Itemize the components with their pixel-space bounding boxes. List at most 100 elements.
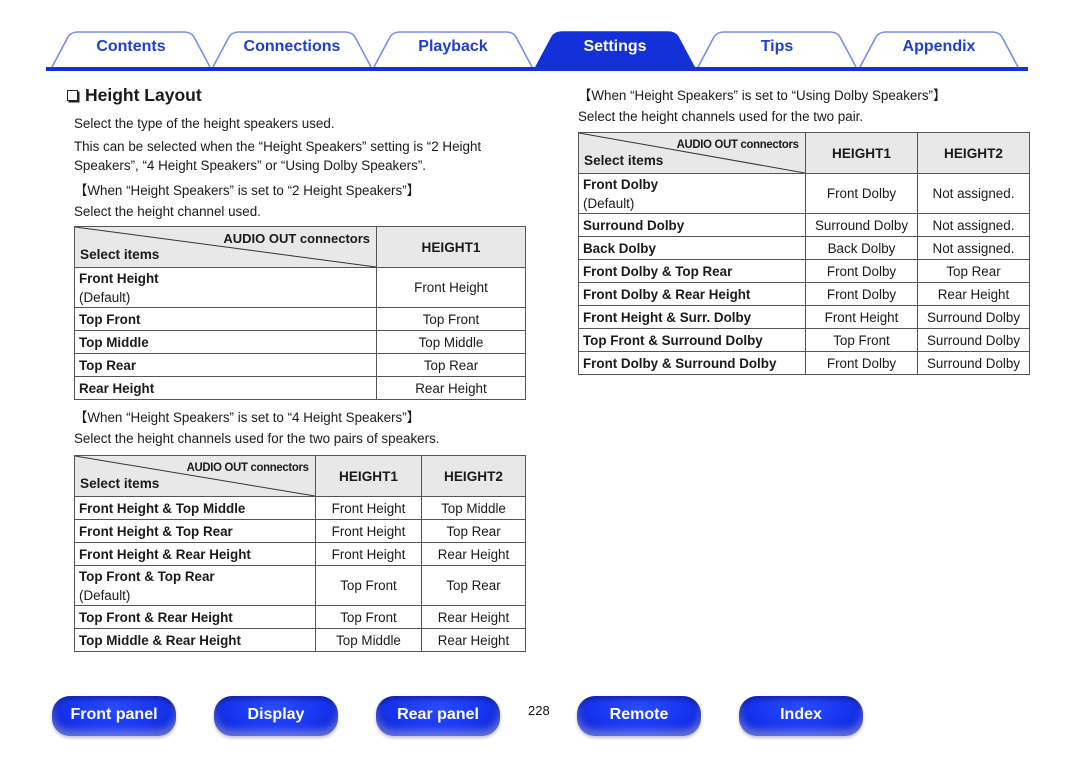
row-item: Front Height & Top Middle	[74, 496, 316, 520]
header-height1: HEIGHT1	[805, 132, 918, 174]
row-value: Rear Height	[421, 542, 526, 566]
table-row: Front Dolby & Top Rear Front Dolby Top R…	[578, 259, 1030, 283]
row-value: Surround Dolby	[805, 213, 918, 237]
row-item: Rear Height	[74, 376, 377, 400]
row-value: Front Dolby	[805, 351, 918, 375]
row-default-note: (Default)	[79, 289, 131, 305]
intro-text: Select the type of the height speakers u…	[74, 116, 335, 131]
condition-text: 【When “Height Speakers” is set to “2 Hei…	[74, 183, 421, 198]
tab-label: Contents	[96, 38, 166, 55]
row-item: Top Front	[74, 307, 377, 331]
row-item: Front Height & Rear Height	[74, 542, 316, 566]
two-height-table: AUDIO OUT connectors Select items HEIGHT…	[74, 226, 526, 400]
row-value: Surround Dolby	[917, 305, 1030, 329]
row-value: Top Middle	[421, 496, 526, 520]
row-value: Not assigned.	[917, 173, 1030, 214]
section-title: Height Layout	[66, 84, 526, 106]
index-button[interactable]: Index	[739, 696, 863, 736]
row-value: Top Front	[805, 328, 918, 352]
row-value: Front Height	[315, 519, 422, 543]
diagonal-header-cell: AUDIO OUT connectors Select items	[74, 226, 377, 268]
left-column: Height Layout Select the type of the hei…	[67, 84, 526, 652]
table-row: Rear Height Rear Height	[74, 376, 526, 400]
row-value: Front Height	[315, 542, 422, 566]
row-value: Top Middle	[376, 330, 526, 354]
row-item: Front Height & Top Rear	[74, 519, 316, 543]
row-item: Top Middle	[74, 330, 377, 354]
tab-label: Settings	[583, 38, 647, 55]
row-value: Surround Dolby	[917, 351, 1030, 375]
row-value: Surround Dolby	[917, 328, 1030, 352]
right-column: 【When “Height Speakers” is set to “Using…	[578, 84, 1030, 375]
tab-label: Playback	[418, 38, 488, 55]
page-number: 228	[528, 703, 550, 718]
row-value: Front Height	[805, 305, 918, 329]
table-row: Top Middle Top Middle	[74, 330, 526, 354]
tab-playback[interactable]: Playback	[372, 31, 534, 68]
row-value: Top Front	[376, 307, 526, 331]
row-item: Top Front & Top Rear	[79, 568, 215, 584]
tab-settings[interactable]: Settings	[534, 31, 696, 68]
row-default-note: (Default)	[583, 195, 635, 211]
front-panel-button[interactable]: Front panel	[52, 696, 176, 736]
four-height-table: AUDIO OUT connectors Select items HEIGHT…	[74, 455, 526, 652]
tab-appendix[interactable]: Appendix	[858, 31, 1020, 68]
table-row: Front Height & Top Rear Front Height Top…	[74, 519, 526, 543]
row-value: Top Rear	[421, 565, 526, 606]
instruction-text: Select the height channels used for the …	[578, 109, 864, 124]
instruction-text: Select the height channel used.	[74, 204, 261, 219]
table-row: Top Middle & Rear Height Top Middle Rear…	[74, 628, 526, 652]
row-value: Front Height	[376, 267, 526, 308]
table-row: Surround Dolby Surround Dolby Not assign…	[578, 213, 1030, 237]
table-row: Top Front & Top Rear (Default) Top Front …	[74, 565, 526, 606]
table-row: Top Front & Surround Dolby Top Front Sur…	[578, 328, 1030, 352]
row-item: Front Dolby & Surround Dolby	[578, 351, 806, 375]
row-value: Top Rear	[376, 353, 526, 377]
display-button[interactable]: Display	[214, 696, 338, 736]
row-item: Front Dolby & Rear Height	[578, 282, 806, 306]
condition-text: 【When “Height Speakers” is set to “4 Hei…	[74, 410, 421, 425]
row-value: Back Dolby	[805, 236, 918, 260]
chapter-tab-bar: Contents Connections Playback Settings T…	[46, 29, 1028, 71]
row-item: Front Height	[79, 270, 159, 286]
row-value: Front Dolby	[805, 173, 918, 214]
row-item: Top Rear	[74, 353, 377, 377]
intro-text: This can be selected when the “Height Sp…	[74, 139, 482, 173]
table-row: Top Rear Top Rear	[74, 353, 526, 377]
header-select-items: Select items	[80, 247, 160, 262]
row-value: Not assigned.	[917, 236, 1030, 260]
table-row: Back Dolby Back Dolby Not assigned.	[578, 236, 1030, 260]
row-item: Back Dolby	[578, 236, 806, 260]
header-select-items: Select items	[584, 153, 664, 168]
table-row: Top Front Top Front	[74, 307, 526, 331]
diagonal-header-cell: AUDIO OUT connectors Select items	[74, 455, 316, 497]
row-value: Rear Height	[917, 282, 1030, 306]
table-row: Front Dolby & Rear Height Front Dolby Re…	[578, 282, 1030, 306]
tab-contents[interactable]: Contents	[50, 31, 212, 68]
row-value: Top Front	[315, 565, 422, 606]
rear-panel-button[interactable]: Rear panel	[376, 696, 500, 736]
header-height2: HEIGHT2	[917, 132, 1030, 174]
header-connectors: AUDIO OUT connectors	[186, 460, 309, 474]
tab-connections[interactable]: Connections	[211, 31, 373, 68]
table-row: Front Dolby (Default) Front Dolby Not ass…	[578, 173, 1030, 214]
row-item: Top Front & Surround Dolby	[578, 328, 806, 352]
table-row: Front Height (Default) Front Height	[74, 267, 526, 308]
remote-button[interactable]: Remote	[577, 696, 701, 736]
row-value: Top Middle	[315, 628, 422, 652]
row-item: Front Dolby	[583, 176, 659, 192]
table-row: Top Front & Rear Height Top Front Rear H…	[74, 605, 526, 629]
row-item: Surround Dolby	[578, 213, 806, 237]
row-item: Front Height & Surr. Dolby	[578, 305, 806, 329]
header-height1: HEIGHT1	[376, 226, 526, 268]
row-value: Rear Height	[421, 628, 526, 652]
table-row: Front Dolby & Surround Dolby Front Dolby…	[578, 351, 1030, 375]
row-value: Front Dolby	[805, 282, 918, 306]
tab-underline	[46, 67, 1028, 71]
tab-tips[interactable]: Tips	[696, 31, 858, 68]
checkbox-icon	[67, 89, 78, 101]
table-row: Front Height & Top Middle Front Height T…	[74, 496, 526, 520]
header-select-items: Select items	[80, 476, 160, 491]
row-item: Top Front & Rear Height	[74, 605, 316, 629]
row-value: Top Front	[315, 605, 422, 629]
